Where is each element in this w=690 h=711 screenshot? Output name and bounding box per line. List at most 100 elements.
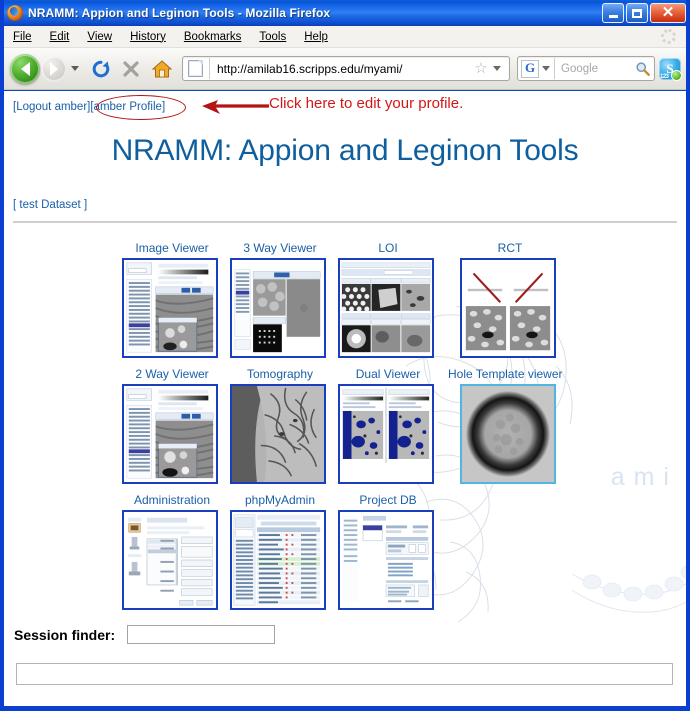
menu-item-edit[interactable]: Edit bbox=[42, 29, 78, 45]
reload-button[interactable] bbox=[91, 59, 111, 79]
menu-bar: File Edit View History Bookmarks Tools H… bbox=[4, 26, 686, 48]
skype-icon[interactable]: S 123 bbox=[659, 57, 682, 81]
tool-thumbnail-loi[interactable] bbox=[338, 258, 434, 358]
tool-label: RCT bbox=[497, 241, 523, 255]
forward-button[interactable] bbox=[41, 55, 67, 82]
session-finder-row: Session finder: bbox=[14, 625, 276, 644]
bookmark-star-icon[interactable]: ☆ bbox=[471, 61, 491, 76]
close-button[interactable]: ✕ bbox=[650, 3, 686, 23]
tomography-thumb-graphic bbox=[232, 386, 324, 482]
back-button[interactable] bbox=[10, 53, 40, 84]
page-content: ami [Logout amber] [amber Profile] Click… bbox=[4, 91, 686, 706]
window-title: NRAMM: Appion and Leginon Tools - Mozill… bbox=[28, 6, 331, 20]
menu-item-help[interactable]: Help bbox=[296, 29, 336, 45]
title-bar: NRAMM: Appion and Leginon Tools - Mozill… bbox=[0, 0, 690, 26]
minimize-icon bbox=[608, 15, 618, 18]
tool-thumbnail-image-viewer[interactable] bbox=[122, 258, 218, 358]
horizontal-divider bbox=[13, 221, 677, 223]
tool-label: Administration bbox=[133, 493, 211, 507]
search-input[interactable]: Google bbox=[555, 63, 632, 75]
menu-item-tools[interactable]: Tools bbox=[251, 29, 294, 45]
image-viewer-thumb-graphic bbox=[124, 260, 216, 356]
tools-row: Image Viewer 3 Way Viewer LOI RCT bbox=[4, 241, 686, 367]
tool-label: Dual Viewer bbox=[355, 367, 421, 381]
home-icon bbox=[151, 59, 173, 77]
google-icon[interactable]: G bbox=[521, 59, 539, 78]
tool-card-dual-viewer[interactable]: Dual Viewer bbox=[338, 367, 438, 484]
tool-thumbnail-tomography[interactable] bbox=[230, 384, 326, 484]
profile-link[interactable]: [amber Profile] bbox=[90, 101, 165, 113]
menu-tools-label: Tools bbox=[259, 30, 287, 43]
session-finder-label: Session finder: bbox=[14, 626, 116, 643]
tool-card-tomography[interactable]: Tomography bbox=[230, 367, 330, 484]
menu-item-view[interactable]: View bbox=[79, 29, 120, 45]
tool-card-loi[interactable]: LOI bbox=[338, 241, 438, 358]
tool-thumbnail-three-way-viewer[interactable] bbox=[230, 258, 326, 358]
tool-card-image-viewer[interactable]: Image Viewer bbox=[122, 241, 222, 358]
firefox-icon bbox=[7, 5, 23, 21]
stop-button[interactable] bbox=[121, 59, 141, 79]
menu-item-history[interactable]: History bbox=[122, 29, 174, 45]
address-bar[interactable]: http://amilab16.scripps.edu/myami/ ☆ bbox=[182, 56, 510, 81]
phpmyadmin-thumb-graphic bbox=[232, 512, 324, 608]
bottom-text-field[interactable] bbox=[16, 663, 673, 685]
page-favicon-icon bbox=[188, 60, 203, 77]
tools-row: Administration phpMyAdmin Project DB bbox=[4, 493, 686, 619]
tool-card-two-way-viewer[interactable]: 2 Way Viewer bbox=[122, 367, 222, 484]
address-dropdown-icon[interactable] bbox=[493, 66, 501, 71]
menu-history-label: History bbox=[130, 30, 166, 43]
tool-label: Image Viewer bbox=[135, 241, 209, 255]
window-controls: ✕ bbox=[602, 3, 686, 23]
chevron-right-icon bbox=[50, 61, 58, 76]
tool-label: 2 Way Viewer bbox=[135, 367, 209, 381]
close-x-icon bbox=[123, 60, 139, 77]
tool-label: Hole Template viewer bbox=[448, 367, 563, 381]
minimize-button[interactable] bbox=[602, 3, 624, 23]
tool-thumbnail-hole-template-viewer[interactable] bbox=[460, 384, 556, 484]
tool-thumbnail-rct[interactable] bbox=[460, 258, 556, 358]
project-db-thumb-graphic bbox=[340, 512, 432, 608]
search-icon[interactable] bbox=[632, 61, 654, 77]
menu-edit-label: Edit bbox=[49, 30, 70, 43]
search-engine-dropdown-icon[interactable] bbox=[542, 66, 550, 71]
tool-thumbnail-project-db[interactable] bbox=[338, 510, 434, 610]
two-way-viewer-thumb-graphic bbox=[124, 386, 216, 482]
rct-thumb-graphic bbox=[462, 260, 554, 356]
maximize-button[interactable] bbox=[626, 3, 648, 23]
tool-label: Project DB bbox=[359, 493, 417, 507]
magnifier-icon bbox=[636, 61, 650, 76]
search-bar[interactable]: G Google bbox=[517, 56, 655, 81]
window-frame-right bbox=[686, 0, 690, 711]
tool-card-phpmyadmin[interactable]: phpMyAdmin bbox=[230, 493, 330, 610]
history-dropdown-button[interactable] bbox=[71, 66, 79, 71]
dataset-link[interactable]: [ test Dataset ] bbox=[13, 199, 87, 211]
tool-thumbnail-two-way-viewer[interactable] bbox=[122, 384, 218, 484]
tool-card-three-way-viewer[interactable]: 3 Way Viewer bbox=[230, 241, 330, 358]
tool-thumbnail-administration[interactable] bbox=[122, 510, 218, 610]
chevron-left-icon bbox=[20, 61, 30, 76]
tool-card-rct[interactable]: RCT bbox=[460, 241, 560, 358]
tool-thumbnail-dual-viewer[interactable] bbox=[338, 384, 434, 484]
skype-status-badge bbox=[671, 69, 682, 81]
tool-thumbnail-phpmyadmin[interactable] bbox=[230, 510, 326, 610]
tool-card-hole-template-viewer[interactable]: Hole Template viewer bbox=[448, 367, 563, 484]
three-way-viewer-thumb-graphic bbox=[232, 260, 324, 356]
navigation-toolbar: http://amilab16.scripps.edu/myami/ ☆ G G… bbox=[4, 48, 686, 90]
tool-card-project-db[interactable]: Project DB bbox=[338, 493, 438, 610]
tools-grid: Image Viewer 3 Way Viewer LOI RCT 2 Way … bbox=[4, 241, 686, 619]
window-frame-bottom bbox=[0, 706, 690, 711]
window-frame-left bbox=[0, 0, 4, 711]
address-input[interactable]: http://amilab16.scripps.edu/myami/ bbox=[210, 62, 471, 76]
menu-item-bookmarks[interactable]: Bookmarks bbox=[176, 29, 250, 45]
home-button[interactable] bbox=[151, 59, 173, 79]
annotation-text: Click here to edit your profile. bbox=[269, 95, 464, 112]
menu-file-label: File bbox=[13, 30, 32, 43]
session-finder-input[interactable] bbox=[127, 625, 276, 644]
throbber-icon bbox=[661, 29, 676, 44]
logout-link[interactable]: [Logout amber] bbox=[13, 101, 90, 113]
page-title: NRAMM: Appion and Leginon Tools bbox=[111, 134, 579, 167]
browser-window: NRAMM: Appion and Leginon Tools - Mozill… bbox=[0, 0, 690, 711]
hole-template-thumb-graphic bbox=[462, 386, 554, 482]
tool-card-administration[interactable]: Administration bbox=[122, 493, 222, 610]
menu-item-file[interactable]: File bbox=[5, 29, 40, 45]
